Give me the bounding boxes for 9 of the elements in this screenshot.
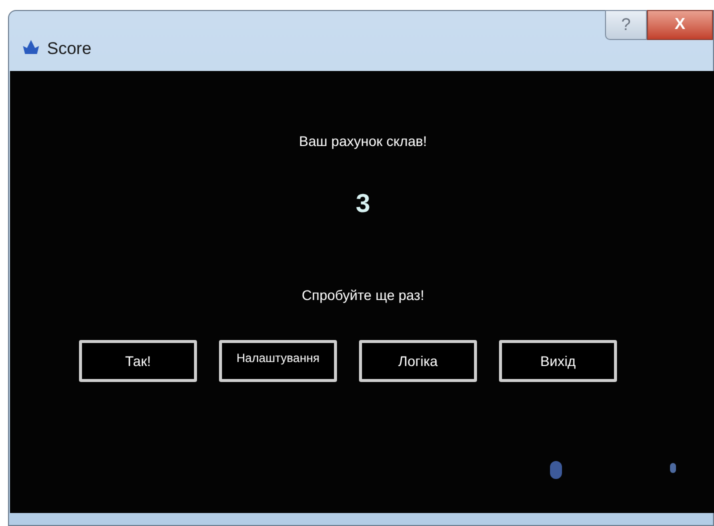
menu-button[interactable]: Так! xyxy=(79,340,197,382)
menu-button[interactable]: Вихід xyxy=(499,340,617,382)
menu-button[interactable]: Налаштування xyxy=(219,340,337,382)
score-value: 3 xyxy=(356,187,370,220)
window-title: Score xyxy=(47,38,92,60)
score-message: Ваш рахунок склав! xyxy=(299,132,427,151)
menu-button[interactable]: Логіка xyxy=(359,340,477,382)
help-button[interactable]: ? xyxy=(605,10,647,40)
retry-prompt: Спробуйте ще раз! xyxy=(302,286,424,305)
